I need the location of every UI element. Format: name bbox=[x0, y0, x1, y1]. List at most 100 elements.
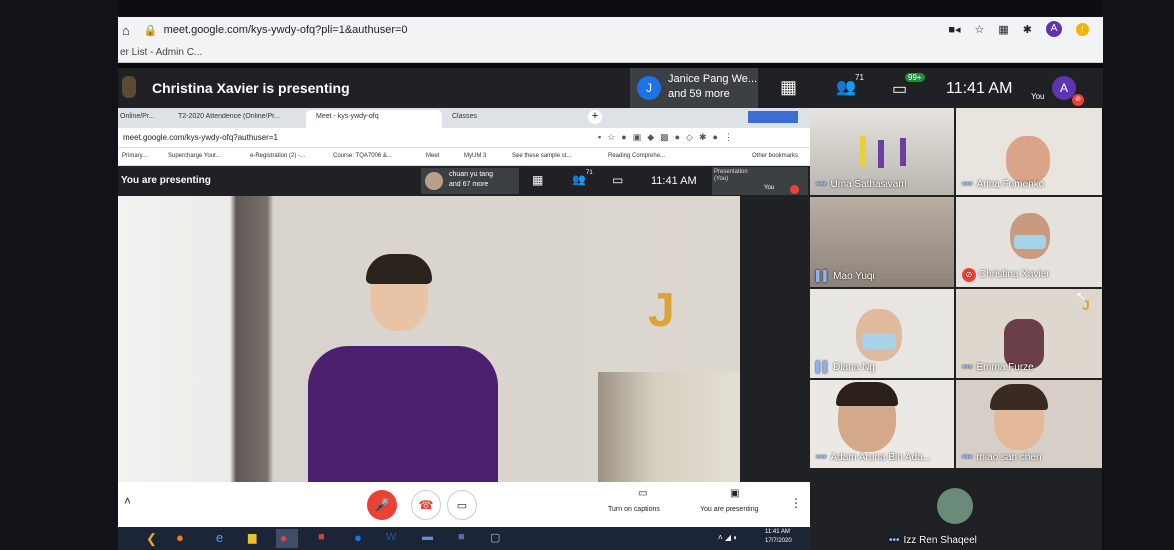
participant-tile[interactable]: ••• miao san chen bbox=[956, 380, 1102, 468]
self-mic-off-icon: ⊘ bbox=[1072, 94, 1084, 106]
participant-tile[interactable]: ▌▌ Mao Yuqi bbox=[810, 197, 954, 287]
inner-meet-header: You are presenting chuan yu tang and 67 … bbox=[118, 166, 810, 196]
leave-call-button[interactable]: ☎ bbox=[411, 490, 441, 520]
inner-tab-label: Meet - kys-ywdy-ofq bbox=[316, 113, 379, 120]
inner-bookmark-bar: Primary... Supercharge Your... e-Registr… bbox=[118, 148, 810, 166]
tray-icons[interactable]: ˄ ◢ ◐ bbox=[718, 533, 738, 542]
captions-label[interactable]: Turn on captions bbox=[608, 506, 660, 513]
inner-side-panel bbox=[740, 196, 810, 482]
inner-tab[interactable]: Online/Pr... bbox=[120, 113, 155, 120]
layout-icon[interactable]: ▦ bbox=[780, 77, 797, 98]
presenter-avatar bbox=[122, 76, 136, 98]
captions-icon[interactable]: ▭ bbox=[638, 488, 647, 499]
bookmark-bar: er List - Admin C... bbox=[118, 43, 1103, 63]
camera-button[interactable]: ▭ bbox=[447, 490, 477, 520]
url-text[interactable]: meet.google.com/kys-ywdy-ofq?pli=1&authu… bbox=[164, 24, 408, 36]
participant-tile[interactable]: ▌▌ Diana Ng bbox=[810, 289, 954, 378]
participant-tile[interactable]: ••• Arina Fomenko bbox=[956, 108, 1102, 195]
word-icon[interactable]: W bbox=[386, 531, 396, 543]
inner-bookmark[interactable]: Other bookmarks bbox=[752, 153, 798, 159]
inner-bookmark[interactable]: Reading Comprehe... bbox=[608, 153, 665, 159]
audio-dots-icon: ••• bbox=[889, 535, 900, 546]
photos-icon[interactable]: ▬ bbox=[422, 531, 433, 543]
taskbar-time: 11:41 AM bbox=[765, 529, 790, 535]
present-icon[interactable]: ▣ bbox=[730, 488, 739, 499]
camera-icon[interactable]: ■◂ bbox=[948, 23, 960, 36]
balloon-letter-j: J bbox=[648, 284, 675, 337]
chrome-icon[interactable]: ● bbox=[276, 529, 298, 548]
inner-chat-icon[interactable]: ▭ bbox=[612, 173, 623, 187]
inner-bookmark[interactable]: Meet bbox=[426, 153, 439, 159]
inner-url-text[interactable]: meet.google.com/kys-ywdy-ofq?authuser=1 bbox=[123, 133, 278, 142]
more-options-icon[interactable]: ⋮ bbox=[790, 496, 802, 510]
participant-tile[interactable]: J ↖ ••• Emma Furze bbox=[956, 289, 1102, 378]
participant-name: Mao Yuqi bbox=[833, 271, 875, 282]
puzzle-icon[interactable]: ✱ bbox=[1023, 23, 1032, 36]
profile-avatar[interactable]: A bbox=[1046, 21, 1062, 37]
top-black-band bbox=[118, 0, 1103, 17]
chat-badge: 99+ bbox=[905, 73, 925, 82]
mic-off-button[interactable]: 🎤 bbox=[367, 490, 397, 520]
shared-screen: Online/Pr... T2-2020 Attendence (Online/… bbox=[118, 108, 810, 550]
inner-people-chip[interactable]: chuan yu tang and 67 more bbox=[421, 168, 519, 194]
lock-icon: 🔒 bbox=[143, 24, 158, 37]
window-icon[interactable]: ▢ bbox=[490, 531, 500, 544]
extensions-grid-icon[interactable]: ▦ bbox=[998, 23, 1008, 36]
window-controls[interactable] bbox=[748, 111, 798, 123]
you-label: You bbox=[1031, 92, 1045, 101]
inner-toolbar-icons[interactable]: ▪☆●▣◆▩●◇✱●⋮ bbox=[598, 132, 739, 143]
powerpoint-icon[interactable]: ■ bbox=[318, 531, 325, 543]
people-chip[interactable]: J Janice Pang We... and 59 more bbox=[630, 68, 758, 108]
people-icon[interactable]: 👥 bbox=[836, 77, 856, 97]
inner-people-icon[interactable]: 👥 bbox=[572, 173, 586, 186]
inner-people-count: 71 bbox=[586, 170, 593, 176]
presenting-title: Christina Xavier is presenting bbox=[152, 80, 350, 96]
participant-name: Izz Ren Shaqeel bbox=[903, 535, 977, 546]
inner-thumb-you: You bbox=[764, 185, 775, 191]
inner-tab[interactable]: Classes bbox=[452, 113, 477, 120]
audio-dots-icon: ••• bbox=[816, 452, 827, 463]
participant-tile[interactable]: ••• Adam Aruna Bin Ada... bbox=[810, 380, 954, 468]
teams-icon[interactable]: ■ bbox=[458, 531, 465, 543]
audio-dots-icon: ••• bbox=[962, 362, 973, 373]
inner-control-bar: ˄ 🎤 ☎ ▭ ▭ Turn on captions ▣ You are pre… bbox=[118, 482, 810, 527]
firefox-icon[interactable]: ● bbox=[176, 530, 184, 545]
presenting-label[interactable]: You are presenting bbox=[700, 506, 759, 513]
inner-people-line2: and 67 more bbox=[449, 181, 489, 188]
taskbar-app-icon[interactable]: ❮ bbox=[146, 531, 157, 547]
ie-icon[interactable]: e bbox=[216, 530, 223, 545]
participant-tile[interactable]: ••• Uma Sathasivam bbox=[810, 108, 954, 195]
inner-tab[interactable]: T2-2020 Attendence (Online/Pr... bbox=[178, 113, 298, 120]
inner-bookmark[interactable]: Primary... bbox=[122, 153, 147, 159]
participant-tile[interactable]: ••• Izz Ren Shaqeel bbox=[883, 470, 1029, 550]
people-count: 71 bbox=[855, 73, 864, 82]
audio-level-icon: ▌▌ bbox=[816, 362, 831, 373]
inner-bookmark[interactable]: See these sample st... bbox=[512, 153, 571, 159]
audio-dots-icon: ••• bbox=[962, 452, 973, 463]
participant-avatar bbox=[937, 488, 973, 524]
participant-name: Arina Fomenko bbox=[976, 179, 1045, 190]
inner-bookmark[interactable]: MyUM 3 bbox=[464, 153, 486, 159]
update-icon[interactable]: ! bbox=[1076, 22, 1089, 36]
chat-icon[interactable]: ▭ bbox=[892, 79, 907, 99]
inner-bookmark[interactable]: e-Registration (2) -... bbox=[250, 153, 305, 159]
star-icon[interactable]: ☆ bbox=[975, 23, 985, 36]
home-icon[interactable]: ⌂ bbox=[122, 23, 130, 38]
participant-tile[interactable]: ⊘ Christina Xavier bbox=[956, 197, 1102, 287]
participant-name: miao san chen bbox=[976, 452, 1042, 463]
inner-tab-active[interactable]: Meet - kys-ywdy-ofq bbox=[306, 110, 442, 128]
inner-bookmark[interactable]: Supercharge Your... bbox=[168, 153, 221, 159]
inner-bookmark[interactable]: Course: TQA7006 &... bbox=[333, 153, 392, 159]
inner-layout-icon[interactable]: ▦ bbox=[532, 173, 543, 187]
chrome-alt-icon[interactable]: ● bbox=[354, 530, 362, 545]
left-letterbox bbox=[0, 0, 118, 550]
audio-dots-icon: ••• bbox=[816, 179, 827, 190]
browser-address-bar: ⌂ 🔒 meet.google.com/kys-ywdy-ofq?pli=1&a… bbox=[118, 17, 1103, 43]
participant-grid: ••• Uma Sathasivam ••• Arina Fomenko ▌▌ Mao… bbox=[810, 108, 1102, 550]
cursor-icon: ↖ bbox=[1076, 289, 1087, 303]
folder-icon[interactable]: ▆ bbox=[248, 531, 256, 544]
new-tab-icon[interactable]: + bbox=[588, 110, 602, 124]
bookmark-item[interactable]: er List - Admin C... bbox=[120, 47, 202, 58]
chevron-up-icon[interactable]: ˄ bbox=[124, 494, 131, 508]
presenter-shirt bbox=[308, 346, 498, 486]
